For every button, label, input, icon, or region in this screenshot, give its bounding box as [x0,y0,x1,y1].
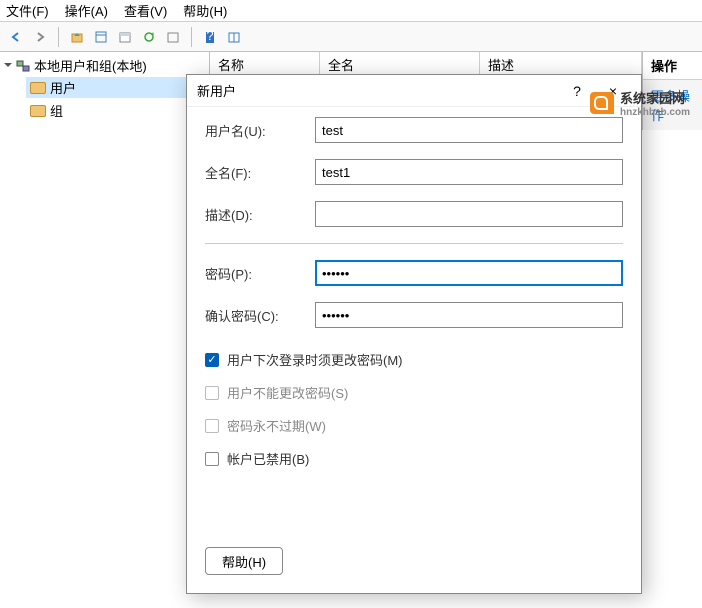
expand-icon [4,63,12,67]
folder-icon [30,82,46,94]
details-pane-icon[interactable] [224,27,244,47]
row-must-change[interactable]: ✓ 用户下次登录时须更改密码(M) [205,350,623,369]
tree-item-groups[interactable]: 组 [26,100,203,121]
label-fullname: 全名(F): [205,163,315,182]
divider [205,243,623,244]
help-button[interactable]: 帮助(H) [205,547,283,575]
menu-help[interactable]: 帮助(H) [183,1,227,20]
col-name[interactable]: 名称 [210,52,320,75]
label-confirm-password: 确认密码(C): [205,306,315,325]
row-cannot-change: 用户不能更改密码(S) [205,383,623,402]
ops-header: 操作 [643,52,702,80]
divider [191,27,192,47]
folder-icon [30,105,46,117]
export-icon[interactable] [163,27,183,47]
divider [58,27,59,47]
label-password: 密码(P): [205,264,315,283]
watermark: 系统家园网 hnzkhbsb.com [590,88,690,118]
dialog-footer: 帮助(H) [187,537,641,593]
toolbar: ? [0,22,702,52]
input-fullname[interactable] [315,159,623,185]
checkbox-must-change[interactable]: ✓ [205,353,219,367]
tree-item-label: 用户 [50,78,76,97]
label-disabled: 帐户已禁用(B) [227,449,309,468]
row-password: 密码(P): [205,260,623,286]
label-username: 用户名(U): [205,121,315,140]
tree-item-users[interactable]: 用户 [26,77,203,98]
label-never-expire: 密码永不过期(W) [227,416,326,435]
row-confirm-password: 确认密码(C): [205,302,623,328]
properties-icon[interactable] [91,27,111,47]
svg-text:?: ? [206,30,213,43]
watermark-icon [590,92,614,114]
row-fullname: 全名(F): [205,159,623,185]
label-must-change: 用户下次登录时须更改密码(M) [227,350,403,369]
back-icon[interactable] [6,27,26,47]
dialog-title: 新用户 [197,81,559,100]
watermark-text: 系统家园网 [620,91,685,106]
row-never-expire: 密码永不过期(W) [205,416,623,435]
checkbox-cannot-change [205,386,219,400]
menu-action[interactable]: 操作(A) [65,1,108,20]
dialog-body: 用户名(U): 全名(F): 描述(D): 密码(P): 确认密码 [187,107,641,537]
input-description[interactable] [315,201,623,227]
tree-root-item[interactable]: 本地用户和组(本地) [6,56,203,75]
tree-root-label: 本地用户和组(本地) [34,56,147,75]
content-area: 本地用户和组(本地) 用户 组 名称 全名 描述 操作 更多操作 [0,52,702,130]
refresh-icon[interactable] [139,27,159,47]
help-icon[interactable]: ? [200,27,220,47]
forward-icon[interactable] [30,27,50,47]
row-disabled[interactable]: 帐户已禁用(B) [205,449,623,468]
calendar-icon[interactable] [115,27,135,47]
menu-view[interactable]: 查看(V) [124,1,167,20]
input-confirm-password[interactable] [315,302,623,328]
input-username[interactable] [315,117,623,143]
up-icon[interactable] [67,27,87,47]
watermark-sub: hnzkhbsb.com [620,107,690,118]
tree-panel: 本地用户和组(本地) 用户 组 [0,52,210,130]
menu-bar: 文件(F) 操作(A) 查看(V) 帮助(H) [0,0,702,22]
dialog-titlebar[interactable]: 新用户 ? × [187,75,641,107]
label-description: 描述(D): [205,205,315,224]
label-cannot-change: 用户不能更改密码(S) [227,383,348,402]
checkbox-never-expire [205,419,219,433]
row-description: 描述(D): [205,201,623,227]
input-password[interactable] [315,260,623,286]
checkbox-disabled[interactable] [205,452,219,466]
root-icon [16,59,30,73]
row-username: 用户名(U): [205,117,623,143]
menu-file[interactable]: 文件(F) [6,1,49,20]
tree-item-label: 组 [50,101,63,120]
col-fullname[interactable]: 全名 [320,52,480,75]
col-description[interactable]: 描述 [480,52,642,75]
new-user-dialog: 新用户 ? × 用户名(U): 全名(F): 描述(D): [186,74,642,594]
list-headers: 名称 全名 描述 [210,52,642,76]
